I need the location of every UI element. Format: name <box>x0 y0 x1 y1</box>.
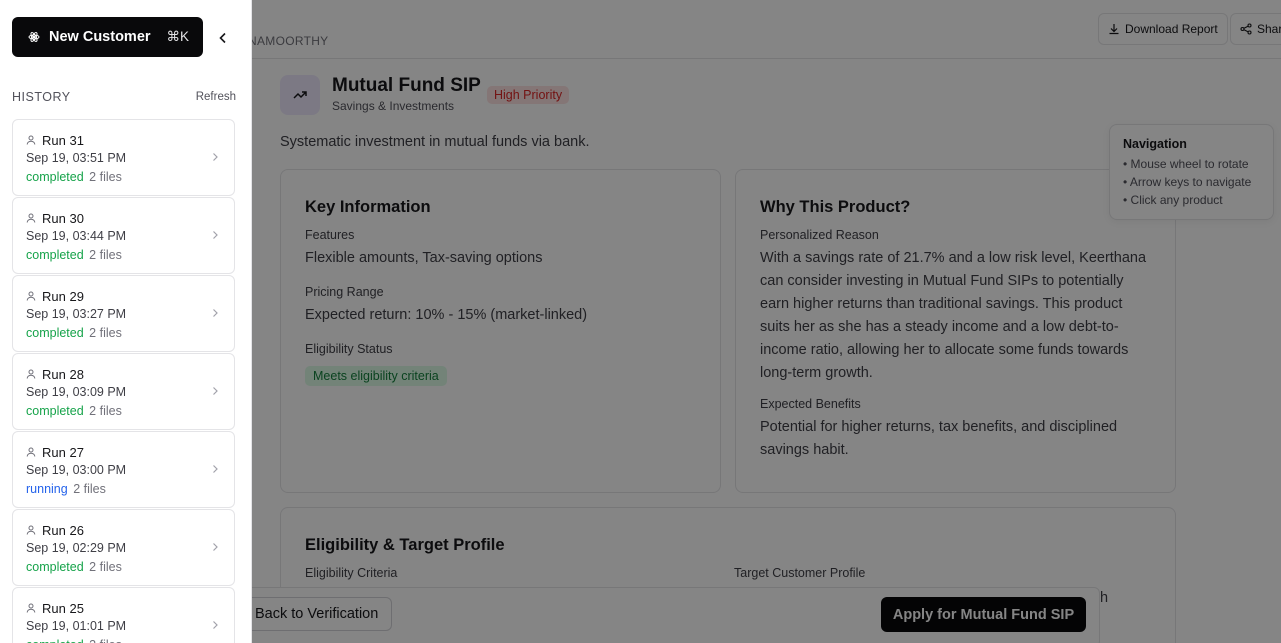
run-title-row: Run 28 <box>26 366 234 382</box>
run-list-item[interactable]: Run 25 Sep 19, 01:01 PM completed 2 files <box>12 587 235 643</box>
run-file-count: 2 files <box>89 638 122 643</box>
run-list: Run 31 Sep 19, 03:51 PM completed 2 files R… <box>12 119 235 643</box>
run-timestamp: Sep 19, 02:29 PM <box>26 541 127 555</box>
run-timestamp: Sep 19, 03:27 PM <box>26 307 127 321</box>
run-status-row: completed 2 files <box>26 560 234 576</box>
chevron-right-icon <box>213 621 218 629</box>
run-name: Run 29 <box>42 288 84 304</box>
run-title-row: Run 26 <box>26 522 234 538</box>
run-title-row: Run 30 <box>26 210 234 226</box>
run-list-item[interactable]: Run 31 Sep 19, 03:51 PM completed 2 files <box>12 119 235 196</box>
run-file-count: 2 files <box>89 170 122 184</box>
run-status-row: completed 2 files <box>26 170 234 186</box>
run-timestamp: Sep 19, 03:44 PM <box>26 229 127 243</box>
run-status-row: completed 2 files <box>26 248 234 264</box>
run-file-count: 2 files <box>89 560 122 574</box>
run-title-row: Run 31 <box>26 132 234 148</box>
run-status: completed <box>26 170 84 184</box>
collapse-sidebar-button[interactable] <box>212 27 234 49</box>
chevron-right-icon <box>213 231 218 239</box>
keyboard-shortcut: ⌘K <box>166 29 189 44</box>
user-icon <box>26 447 36 457</box>
run-name: Run 25 <box>42 600 84 616</box>
refresh-button[interactable]: Refresh <box>196 91 236 103</box>
chevron-right-icon <box>213 309 218 317</box>
new-customer-button[interactable]: New Customer ⌘K <box>12 17 203 57</box>
run-timestamp: Sep 19, 01:01 PM <box>26 619 127 633</box>
run-status: running <box>26 482 68 496</box>
history-sidebar: New Customer ⌘K HISTORY Refresh Run 31 Se… <box>0 0 252 643</box>
run-status-row: running 2 files <box>26 482 234 498</box>
user-icon <box>26 135 36 145</box>
run-list-item[interactable]: Run 28 Sep 19, 03:09 PM completed 2 files <box>12 353 235 430</box>
run-file-count: 2 files <box>89 326 122 340</box>
run-status: completed <box>26 638 84 643</box>
run-status: completed <box>26 326 84 340</box>
run-title-row: Run 27 <box>26 444 234 460</box>
run-name: Run 31 <box>42 132 84 148</box>
user-icon <box>26 525 36 535</box>
history-title: HISTORY <box>12 90 71 104</box>
run-timestamp: Sep 19, 03:00 PM <box>26 463 127 477</box>
chevron-right-icon <box>213 153 218 161</box>
run-status: completed <box>26 560 84 574</box>
new-customer-label: New Customer <box>49 29 151 45</box>
run-list-item[interactable]: Run 29 Sep 19, 03:27 PM completed 2 files <box>12 275 235 352</box>
run-status: completed <box>26 248 84 262</box>
run-status-row: completed 2 files <box>26 638 234 643</box>
user-icon <box>26 291 36 301</box>
run-status-row: completed 2 files <box>26 404 234 420</box>
run-file-count: 2 files <box>89 248 122 262</box>
run-status: completed <box>26 404 84 418</box>
run-title-row: Run 25 <box>26 600 234 616</box>
run-file-count: 2 files <box>89 404 122 418</box>
run-list-item[interactable]: Run 30 Sep 19, 03:44 PM completed 2 files <box>12 197 235 274</box>
user-icon <box>26 213 36 223</box>
chevron-left-icon <box>219 32 226 44</box>
chevron-right-icon <box>213 465 218 473</box>
run-name: Run 28 <box>42 366 84 382</box>
atom-icon <box>28 32 40 42</box>
chevron-right-icon <box>213 543 218 551</box>
run-status-row: completed 2 files <box>26 326 234 342</box>
run-timestamp: Sep 19, 03:51 PM <box>26 151 127 165</box>
run-name: Run 27 <box>42 444 84 460</box>
chevron-right-icon <box>213 387 218 395</box>
run-title-row: Run 29 <box>26 288 234 304</box>
user-icon <box>26 369 36 379</box>
user-icon <box>26 603 36 613</box>
run-name: Run 26 <box>42 522 84 538</box>
history-header: HISTORY Refresh <box>12 90 236 104</box>
run-name: Run 30 <box>42 210 84 226</box>
run-list-item[interactable]: Run 27 Sep 19, 03:00 PM running 2 files <box>12 431 235 508</box>
run-file-count: 2 files <box>73 482 106 496</box>
run-list-item[interactable]: Run 26 Sep 19, 02:29 PM completed 2 files <box>12 509 235 586</box>
run-timestamp: Sep 19, 03:09 PM <box>26 385 127 399</box>
